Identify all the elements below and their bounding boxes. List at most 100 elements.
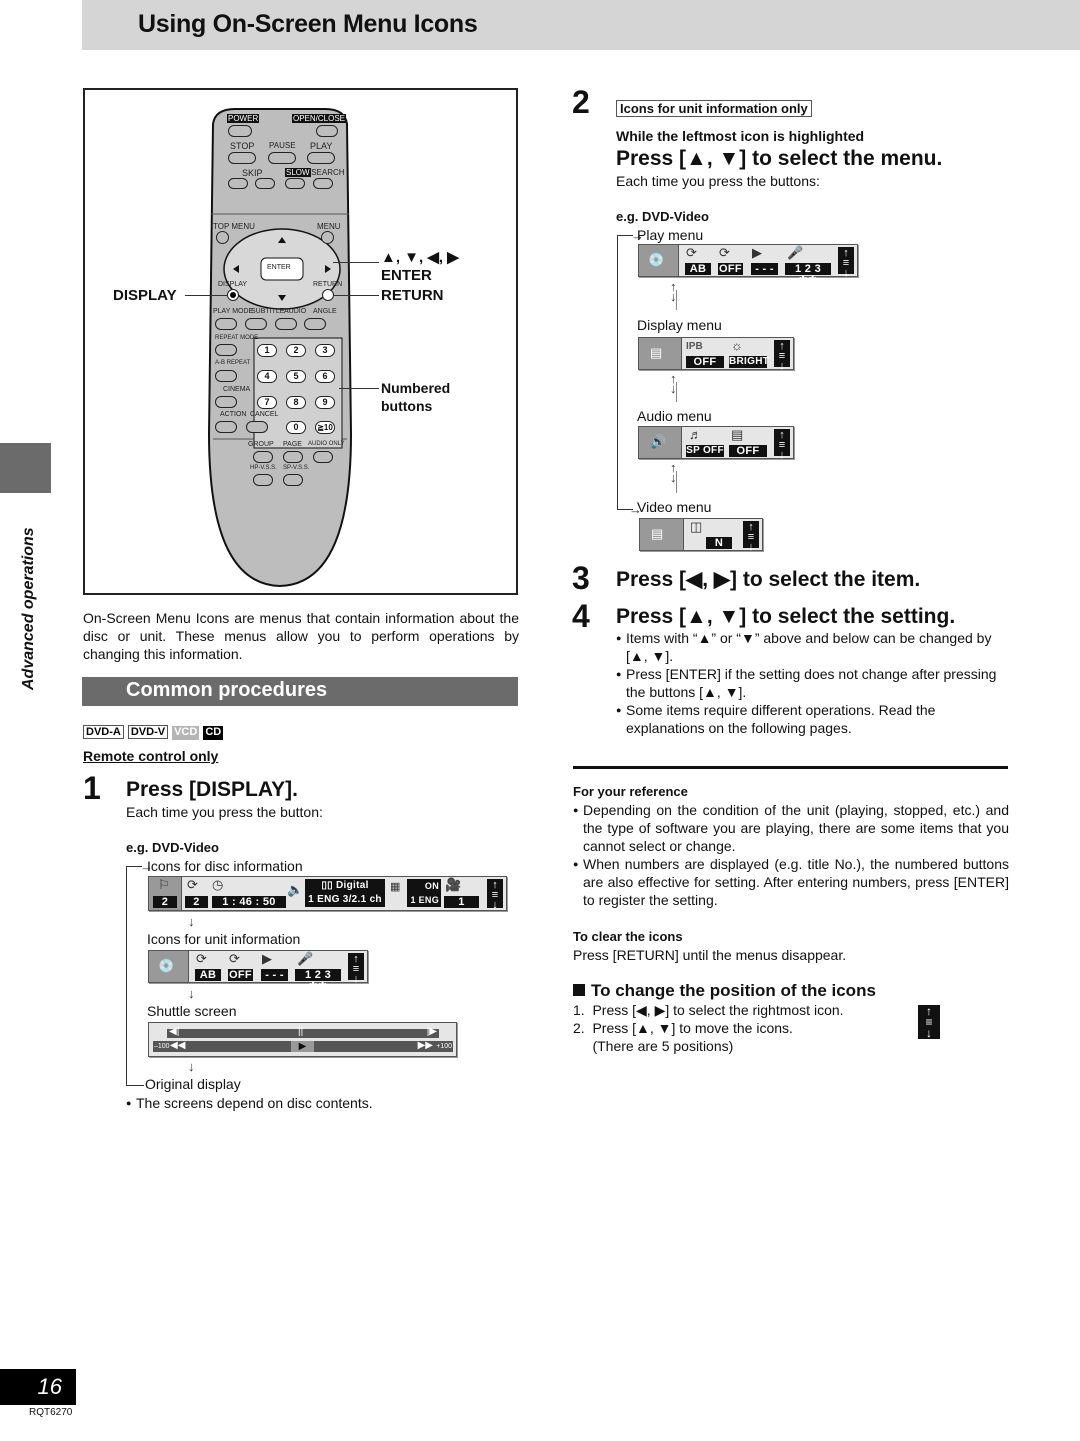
open-close-label: OPEN/CLOSE [292, 114, 347, 123]
pause-button[interactable] [268, 152, 296, 164]
step-2-number: 2 [572, 84, 590, 120]
slow-forward-button[interactable] [313, 178, 333, 189]
video-menu-icon-highlight[interactable]: ▤ [640, 519, 684, 550]
shuttle-label: Shuttle screen [147, 1003, 237, 1019]
play-button[interactable] [307, 152, 335, 164]
audio-only-button[interactable] [313, 451, 333, 463]
chapter-value[interactable]: 2 [185, 896, 208, 908]
number-button-9[interactable]: 9 [315, 396, 335, 409]
number-button-7[interactable]: 7 [257, 396, 277, 409]
slow-forward-icon: |▶ [426, 1026, 437, 1037]
audio-menu-icon-highlight[interactable]: 🔊 [639, 427, 682, 458]
number-button-2[interactable]: 2 [286, 344, 306, 357]
audio-button[interactable] [275, 318, 297, 330]
position-icon[interactable]: ↑ ≡ ↓ [774, 429, 790, 461]
number-button-4[interactable]: 4 [257, 370, 277, 383]
enter-label[interactable]: ENTER [267, 264, 291, 271]
flow-connector [676, 382, 677, 402]
subtitle-value[interactable]: ON 1 ENG [407, 879, 441, 907]
ab-repeat-value[interactable]: AB [685, 263, 711, 275]
marker-value[interactable]: - - - [751, 263, 778, 275]
cancel-button[interactable] [246, 421, 268, 433]
pause-icon: || [298, 1026, 304, 1037]
karaoke-value[interactable]: 1 2 3 ✱✱ [295, 969, 341, 993]
play-menu-icon-highlight[interactable]: 💿 [639, 245, 679, 276]
surround-value[interactable]: SP OFF [686, 445, 724, 457]
number-button-6[interactable]: 6 [315, 370, 335, 383]
audio-menu-osd: 🔊 ♬ SP OFF ▤ OFF ↑ ≡ ↓ [638, 426, 794, 461]
marker-value[interactable]: - - - [261, 969, 288, 981]
position-icon[interactable]: ↑ ≡ ↓ [838, 247, 854, 279]
menu-button[interactable] [321, 231, 334, 244]
sp-vss-button[interactable] [283, 474, 303, 486]
subtitle-label: SUBTITLE [251, 308, 285, 315]
search-label: /SEARCH [309, 168, 345, 177]
skip-back-button[interactable] [228, 178, 248, 189]
power-button[interactable] [228, 125, 252, 137]
fast-forward-icon: ▶▶ [417, 1040, 433, 1051]
skip-forward-button[interactable] [255, 178, 275, 189]
slow-rewind-button[interactable] [285, 178, 305, 189]
play-menu-icon-highlight[interactable]: 💿 [149, 951, 189, 982]
stop-label: STOP [230, 141, 255, 151]
position-icon[interactable]: ↑ ≡ ↓ [348, 953, 364, 985]
brightness-value[interactable]: BRIGHT [729, 356, 769, 368]
subtitle-button[interactable] [245, 318, 267, 330]
slow-reverse-icon: ◀| [169, 1026, 180, 1037]
flow-loop-line [126, 866, 127, 1086]
flow-loop-bottom [126, 1085, 144, 1086]
slow-bar[interactable]: ◀| || |▶ [167, 1026, 439, 1038]
number-button-10-plus[interactable]: ≧10 [315, 421, 335, 434]
number-button-0[interactable]: 0 [286, 421, 306, 434]
position-icon[interactable]: ↑ ≡ ↓ [743, 521, 759, 553]
audio-value[interactable]: ▯▯ Digital 1 ENG 3/2.1 ch [305, 879, 385, 907]
step-3-heading: Press [◀, ▶] to select the item. [616, 568, 921, 591]
stop-button[interactable] [228, 152, 256, 164]
karaoke-value[interactable]: 1 2 3 ✱✱ [785, 263, 831, 287]
angle-value[interactable]: 1 [444, 896, 479, 908]
ab-repeat-value[interactable]: AB [195, 969, 221, 981]
cinema-button[interactable] [215, 396, 237, 408]
time-value[interactable]: 1 : 46 : 50 [212, 896, 286, 908]
number-button-8[interactable]: 8 [286, 396, 306, 409]
open-close-button[interactable] [316, 125, 338, 137]
number-button-1[interactable]: 1 [257, 344, 277, 357]
number-button-3[interactable]: 3 [315, 344, 335, 357]
dialogue-value[interactable]: OFF [729, 445, 767, 457]
display-button[interactable] [227, 289, 239, 301]
flow-arrow-down-icon: ↓ [188, 1059, 195, 1074]
flow-connector [676, 290, 677, 310]
play-indicator-icon: ▶ [291, 1041, 314, 1052]
speaker-icon: 🔈 [287, 882, 304, 897]
angle-button[interactable] [304, 318, 326, 330]
speaker-icon: 🔊 [650, 434, 667, 449]
top-menu-button[interactable] [216, 231, 229, 244]
display-menu-icon-highlight[interactable]: ▤ [639, 338, 682, 369]
picture-mode-value[interactable]: N [706, 537, 732, 549]
repeat-mode-button[interactable] [215, 344, 237, 356]
ab-repeat-label: A-B REPEAT [215, 360, 251, 366]
cancel-label: CANCEL [250, 411, 279, 418]
play-mode-button[interactable] [215, 318, 237, 330]
step-1-number: 1 [83, 770, 101, 806]
page-button[interactable] [283, 451, 303, 463]
group-button[interactable] [253, 451, 273, 463]
ab-repeat-icon: ⟳ [686, 245, 697, 260]
hp-vss-label: HP-V.S.S. [250, 465, 277, 471]
rewind-icon: ◀◀ [170, 1040, 186, 1051]
action-button[interactable] [215, 421, 237, 433]
number-button-5[interactable]: 5 [286, 370, 306, 383]
return-button[interactable] [322, 289, 334, 301]
ipb-value[interactable]: OFF [686, 356, 724, 368]
repeat-value[interactable]: OFF [718, 263, 743, 275]
search-bar[interactable]: –100 ◀◀ ▶ ▶▶ +100 [153, 1040, 453, 1052]
position-icon[interactable]: ↑ ≡ ↓ [487, 879, 503, 911]
section-label: Advanced operations [20, 527, 37, 690]
audio-channel: 1 ENG 3/2.1 ch [308, 894, 382, 905]
repeat-value[interactable]: OFF [228, 969, 253, 981]
hp-vss-button[interactable] [253, 474, 273, 486]
title-value[interactable]: 2 [153, 896, 177, 908]
ab-repeat-button[interactable] [215, 370, 237, 382]
brightness-icon: ☼ [731, 338, 743, 353]
position-icon[interactable]: ↑ ≡ ↓ [774, 340, 790, 372]
